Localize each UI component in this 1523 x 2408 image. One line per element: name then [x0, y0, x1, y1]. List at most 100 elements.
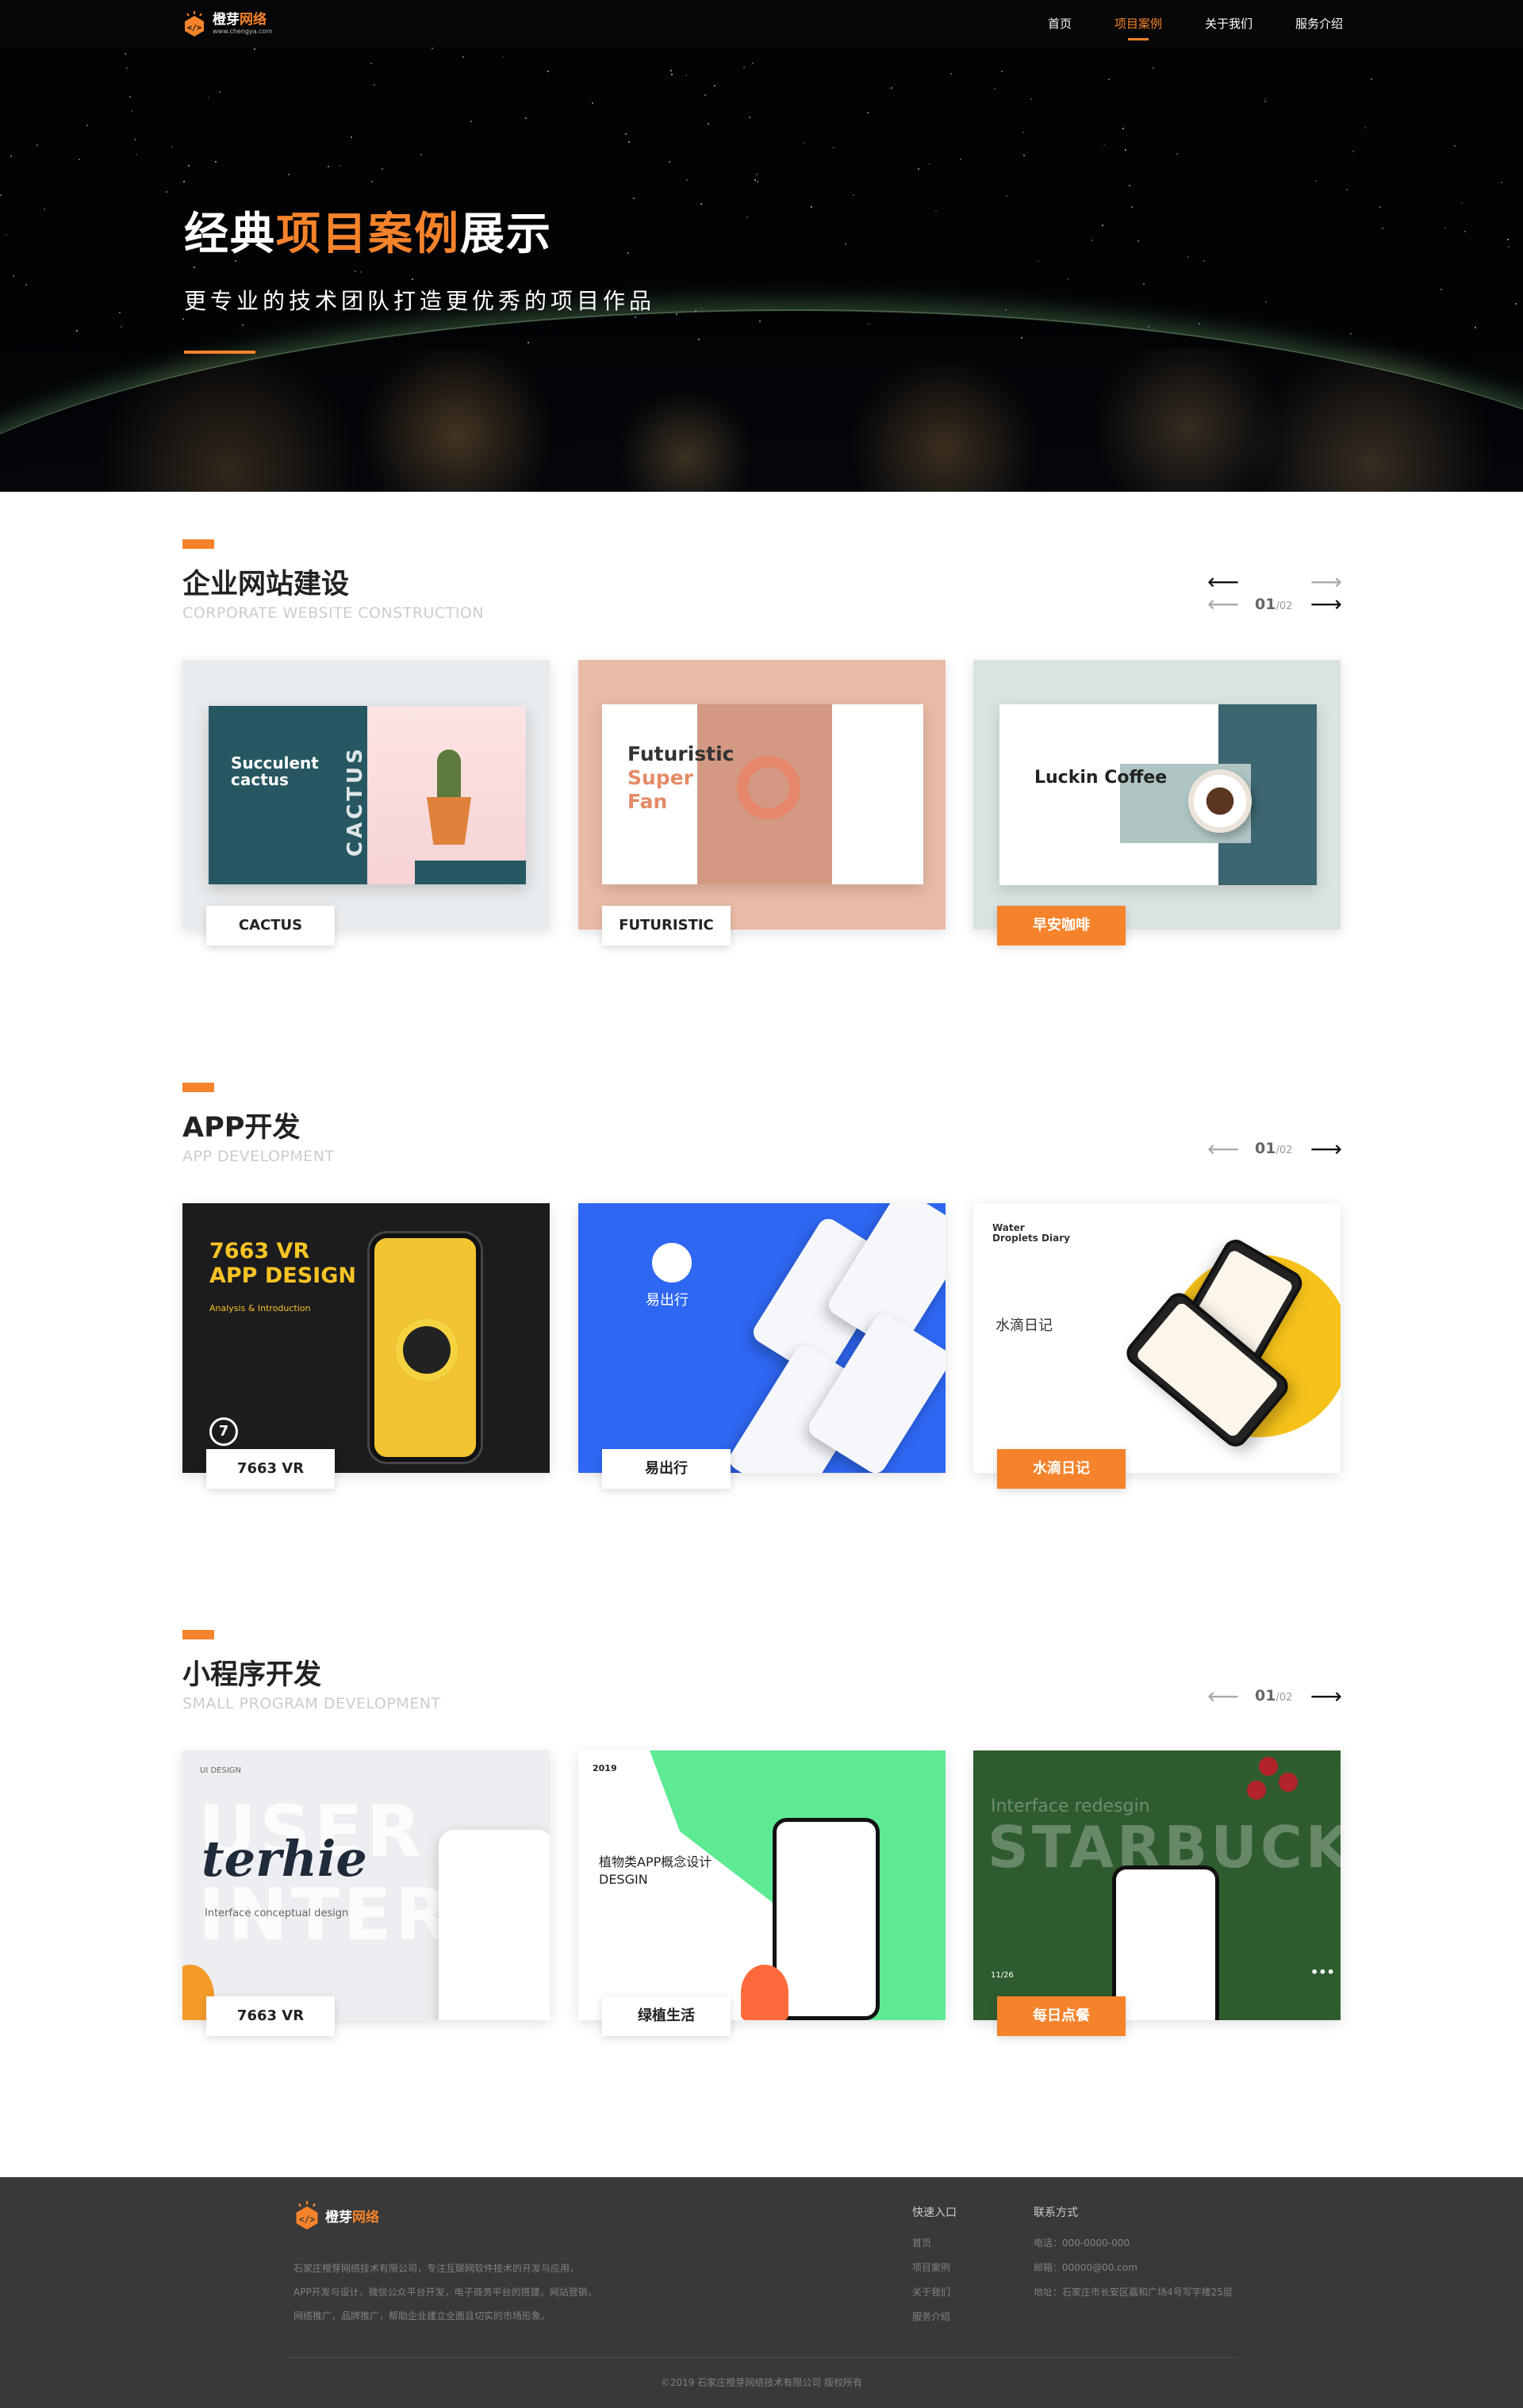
- case-card-luckin[interactable]: Luckin Coffee: [973, 660, 1341, 930]
- footer-address: 地址：石家庄市长安区嘉和广场4号写字楼25层: [1034, 2287, 1233, 2298]
- mock-corner-title: Water Droplets Diary: [992, 1222, 1070, 1244]
- logo[interactable]: </> 橙芽网络 www.chengya.com: [182, 8, 272, 40]
- mock-title: Luckin Coffee: [1034, 768, 1168, 788]
- nav-link-services[interactable]: 服务介绍: [1295, 0, 1343, 48]
- case-card-plants[interactable]: 2019 植物类APP概念设计 DESGIN: [578, 1750, 946, 2020]
- cactus-mockup: Succulent cactus CACTUS: [209, 706, 526, 884]
- section-subtitle: SMALL PROGRAM DEVELOPMENT: [182, 1695, 441, 1712]
- star: [685, 75, 687, 76]
- nav-link-cases[interactable]: 项目案例: [1114, 0, 1162, 48]
- case-label-luckin[interactable]: 早安咖啡: [997, 906, 1126, 945]
- arrow-right-icon[interactable]: ⟶: [1310, 1685, 1342, 1708]
- footer-link-services[interactable]: 服务介绍: [912, 2305, 957, 2329]
- case-card-starbucks[interactable]: Interface redesgin STARBUCKS 11/26 •••: [973, 1750, 1341, 2020]
- star: [752, 63, 754, 64]
- star: [25, 284, 27, 286]
- arrow-right-icon[interactable]: ⟶: [1310, 571, 1342, 593]
- case-label-plants[interactable]: 绿植生活: [602, 1996, 731, 2036]
- star: [1454, 145, 1456, 147]
- star: [1379, 206, 1381, 208]
- star: [76, 330, 78, 332]
- case-card-shuidi[interactable]: Water Droplets Diary 水滴日记: [973, 1203, 1341, 1473]
- phone-mockup: [1112, 1865, 1219, 2020]
- coffee-berry-icon: [1259, 1757, 1278, 1776]
- star: [503, 56, 504, 57]
- case-label-starbucks[interactable]: 每日点餐: [997, 1996, 1126, 2036]
- star: [1441, 289, 1442, 290]
- star: [1264, 101, 1266, 102]
- star: [1315, 180, 1317, 182]
- mock-title: 易出行: [646, 1292, 689, 1309]
- star: [125, 53, 126, 55]
- section-app: APP开发 APP DEVELOPMENT ⟵ 01/02 ⟶ 7663 VR A…: [0, 1035, 1523, 1527]
- star: [1022, 132, 1024, 133]
- star: [935, 210, 937, 212]
- arrow-right-icon[interactable]: ⟶: [1310, 1138, 1342, 1160]
- arrow-left-icon[interactable]: ⟵: [1207, 593, 1239, 615]
- star: [670, 70, 672, 71]
- star: [1371, 79, 1372, 80]
- mock-title: Succulent cactus: [231, 753, 319, 789]
- case-label-cactus[interactable]: CACTUS: [206, 906, 335, 945]
- mock-vertical-text: CACTUS: [343, 746, 367, 857]
- star: [804, 142, 805, 144]
- arrow-left-icon[interactable]: ⟵: [1207, 571, 1239, 593]
- section-title: APP开发: [182, 1112, 301, 1144]
- logo-url: www.chengya.com: [213, 28, 273, 35]
- star: [129, 96, 131, 98]
- star: [1137, 240, 1139, 242]
- case-card-cactus[interactable]: Succulent cactus CACTUS: [182, 660, 550, 930]
- footer-logo[interactable]: </> 橙芽网络: [293, 2201, 379, 2230]
- mock-title: 植物类APP概念设计 DESGIN: [599, 1854, 712, 1887]
- star: [79, 159, 80, 160]
- case-label-futuristic[interactable]: FUTURISTIC: [602, 906, 731, 945]
- nav-link-home[interactable]: 首页: [1048, 0, 1072, 48]
- arrow-left-icon[interactable]: ⟵: [1207, 1138, 1239, 1160]
- star: [1125, 149, 1126, 151]
- footer-link-about[interactable]: 关于我们: [912, 2280, 957, 2305]
- star: [194, 266, 195, 268]
- case-label-terhie[interactable]: 7663 VR: [206, 1996, 335, 2036]
- footer-link-home[interactable]: 首页: [912, 2231, 957, 2256]
- star: [1364, 127, 1366, 128]
- case-card-7663vr[interactable]: 7663 VR APP DESIGN Analysis & Introductio…: [182, 1203, 550, 1473]
- mock-date: 11/26: [991, 1971, 1014, 1980]
- star: [891, 87, 892, 89]
- star: [1006, 195, 1007, 197]
- star: [470, 121, 472, 122]
- case-card-yichuxing[interactable]: 易出行: [578, 1203, 946, 1473]
- star: [432, 48, 433, 49]
- star: [219, 91, 221, 93]
- star: [1501, 182, 1502, 183]
- star: [1508, 246, 1510, 247]
- star: [1122, 128, 1124, 129]
- star: [374, 84, 375, 86]
- arrow-left-icon[interactable]: ⟵: [1207, 1685, 1239, 1708]
- arrow-right-icon[interactable]: ⟶: [1310, 593, 1342, 615]
- star: [371, 181, 373, 182]
- star: [708, 123, 709, 125]
- case-card-terhie[interactable]: UI DESIGN USER INTERFACE terhie Interfac…: [182, 1750, 550, 2020]
- footer-link-cases[interactable]: 项目案例: [912, 2256, 957, 2280]
- star: [1001, 71, 1003, 72]
- badge-icon: 7: [209, 1417, 238, 1446]
- section-subtitle: CORPORATE WEBSITE CONSTRUCTION: [182, 604, 485, 622]
- footer-quick-links: 快速入口 首页 项目案例 关于我们 服务介绍: [912, 2204, 957, 2329]
- mock-strip: [415, 861, 526, 884]
- coffee-berry-icon: [1279, 1773, 1298, 1792]
- star: [254, 48, 255, 50]
- star: [134, 139, 136, 140]
- footer-logo-title: 橙芽网络: [325, 2209, 379, 2226]
- case-label-shuidi[interactable]: 水滴日记: [997, 1449, 1126, 1489]
- footer-email: 邮箱：00000@00.com: [1034, 2262, 1137, 2273]
- case-label-yichuxing[interactable]: 易出行: [602, 1449, 731, 1489]
- star: [746, 217, 748, 218]
- star: [918, 168, 919, 170]
- star: [1264, 98, 1266, 100]
- nav-link-about[interactable]: 关于我们: [1205, 0, 1253, 48]
- star: [355, 270, 356, 272]
- section-accent-bar: [182, 1630, 214, 1639]
- case-label-7663vr[interactable]: 7663 VR: [206, 1449, 335, 1489]
- case-card-futuristic[interactable]: Futuristic Super Fan: [578, 660, 946, 930]
- star: [754, 179, 756, 181]
